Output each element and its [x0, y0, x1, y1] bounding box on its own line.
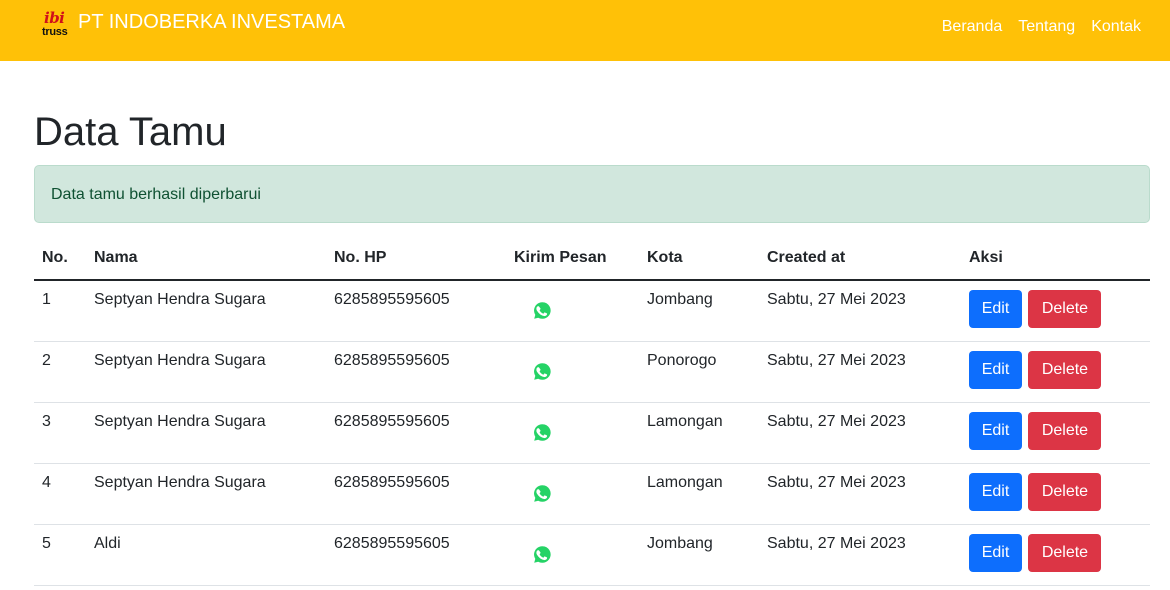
header-created-at: Created at — [759, 237, 961, 281]
whatsapp-link[interactable] — [514, 352, 631, 384]
header-aksi: Aksi — [961, 237, 1150, 281]
whatsapp-link[interactable] — [514, 413, 631, 445]
cell-no-hp: 6285895595605 — [326, 402, 506, 464]
cell-nama: Septyan Hendra Sugara — [86, 402, 326, 464]
page-title: Data Tamu — [34, 110, 227, 154]
cell-no-hp: 6285895595605 — [326, 524, 506, 586]
header-kirim-pesan: Kirim Pesan — [506, 237, 639, 281]
cell-created-at: Sabtu, 27 Mei 2023 — [759, 463, 961, 525]
delete-button[interactable]: Delete — [1028, 411, 1102, 450]
edit-button[interactable]: Edit — [969, 533, 1022, 572]
edit-button[interactable]: Edit — [969, 472, 1022, 511]
edit-button[interactable]: Edit — [969, 290, 1022, 328]
navbar: ibi truss PT INDOBERKA INVESTAMA Beranda… — [0, 0, 1170, 61]
cell-nama: Septyan Hendra Sugara — [86, 280, 326, 342]
cell-created-at: Sabtu, 27 Mei 2023 — [759, 341, 961, 403]
cell-created-at: Sabtu, 27 Mei 2023 — [759, 280, 961, 342]
nav-link-kontak[interactable]: Kontak — [1091, 17, 1141, 37]
cell-no-hp: 6285895595605 — [326, 341, 506, 403]
cell-kirim-pesan — [506, 463, 639, 525]
cell-nama: Aldi — [86, 524, 326, 586]
cell-no: 1 — [34, 280, 86, 342]
table-row: 2 Septyan Hendra Sugara 6285895595605 Po… — [34, 341, 1150, 403]
logo-text-truss: truss — [42, 26, 68, 38]
cell-kota: Ponorogo — [639, 341, 759, 403]
cell-aksi: Edit Delete — [961, 341, 1150, 403]
edit-button[interactable]: Edit — [969, 411, 1022, 450]
cell-aksi: Edit Delete — [961, 280, 1150, 342]
whatsapp-icon[interactable] — [530, 299, 554, 323]
cell-no: 3 — [34, 402, 86, 464]
cell-no: 5 — [34, 524, 86, 586]
cell-no: 4 — [34, 463, 86, 525]
whatsapp-icon[interactable] — [530, 543, 554, 567]
table-row: 4 Septyan Hendra Sugara 6285895595605 La… — [34, 463, 1150, 525]
table-row: 5 Aldi 6285895595605 Jombang Sabtu, 27 M… — [34, 524, 1150, 586]
whatsapp-icon[interactable] — [530, 360, 554, 384]
success-alert: Data tamu berhasil diperbarui — [34, 165, 1150, 223]
whatsapp-link[interactable] — [514, 291, 631, 323]
whatsapp-icon[interactable] — [530, 421, 554, 445]
cell-no-hp: 6285895595605 — [326, 463, 506, 525]
cell-kota: Jombang — [639, 280, 759, 342]
guest-table: No. Nama No. HP Kirim Pesan Kota Created… — [34, 237, 1150, 586]
cell-nama: Septyan Hendra Sugara — [86, 341, 326, 403]
header-nama: Nama — [86, 237, 326, 281]
table-row: 1 Septyan Hendra Sugara 6285895595605 Jo… — [34, 280, 1150, 342]
nav-link-tentang[interactable]: Tentang — [1018, 17, 1075, 37]
header-no: No. — [34, 237, 86, 281]
cell-aksi: Edit Delete — [961, 524, 1150, 586]
cell-kirim-pesan — [506, 341, 639, 403]
table-row: 3 Septyan Hendra Sugara 6285895595605 La… — [34, 402, 1150, 464]
cell-kota: Lamongan — [639, 463, 759, 525]
cell-aksi: Edit Delete — [961, 463, 1150, 525]
cell-no: 2 — [34, 341, 86, 403]
nav-links: Beranda Tentang Kontak — [926, 17, 1141, 37]
header-kota: Kota — [639, 237, 759, 281]
brand-name[interactable]: PT INDOBERKA INVESTAMA — [78, 9, 345, 35]
cell-created-at: Sabtu, 27 Mei 2023 — [759, 402, 961, 464]
edit-button[interactable]: Edit — [969, 350, 1022, 389]
delete-button[interactable]: Delete — [1028, 472, 1102, 511]
cell-created-at: Sabtu, 27 Mei 2023 — [759, 524, 961, 586]
cell-aksi: Edit Delete — [961, 402, 1150, 464]
whatsapp-link[interactable] — [514, 474, 631, 506]
whatsapp-icon[interactable] — [530, 482, 554, 506]
cell-kota: Jombang — [639, 524, 759, 586]
delete-button[interactable]: Delete — [1028, 350, 1102, 389]
nav-link-beranda[interactable]: Beranda — [942, 17, 1003, 37]
table-body: 1 Septyan Hendra Sugara 6285895595605 Jo… — [34, 280, 1150, 586]
cell-kota: Lamongan — [639, 402, 759, 464]
header-no-hp: No. HP — [326, 237, 506, 281]
cell-nama: Septyan Hendra Sugara — [86, 463, 326, 525]
company-logo: ibi truss — [42, 9, 70, 41]
cell-kirim-pesan — [506, 524, 639, 586]
delete-button[interactable]: Delete — [1028, 533, 1102, 572]
whatsapp-link[interactable] — [514, 535, 631, 567]
cell-kirim-pesan — [506, 280, 639, 342]
cell-kirim-pesan — [506, 402, 639, 464]
brand[interactable]: ibi truss PT INDOBERKA INVESTAMA — [42, 9, 345, 41]
delete-button[interactable]: Delete — [1028, 290, 1102, 328]
table-header-row: No. Nama No. HP Kirim Pesan Kota Created… — [34, 237, 1150, 281]
logo-text-ibi: ibi — [44, 9, 65, 27]
cell-no-hp: 6285895595605 — [326, 280, 506, 342]
